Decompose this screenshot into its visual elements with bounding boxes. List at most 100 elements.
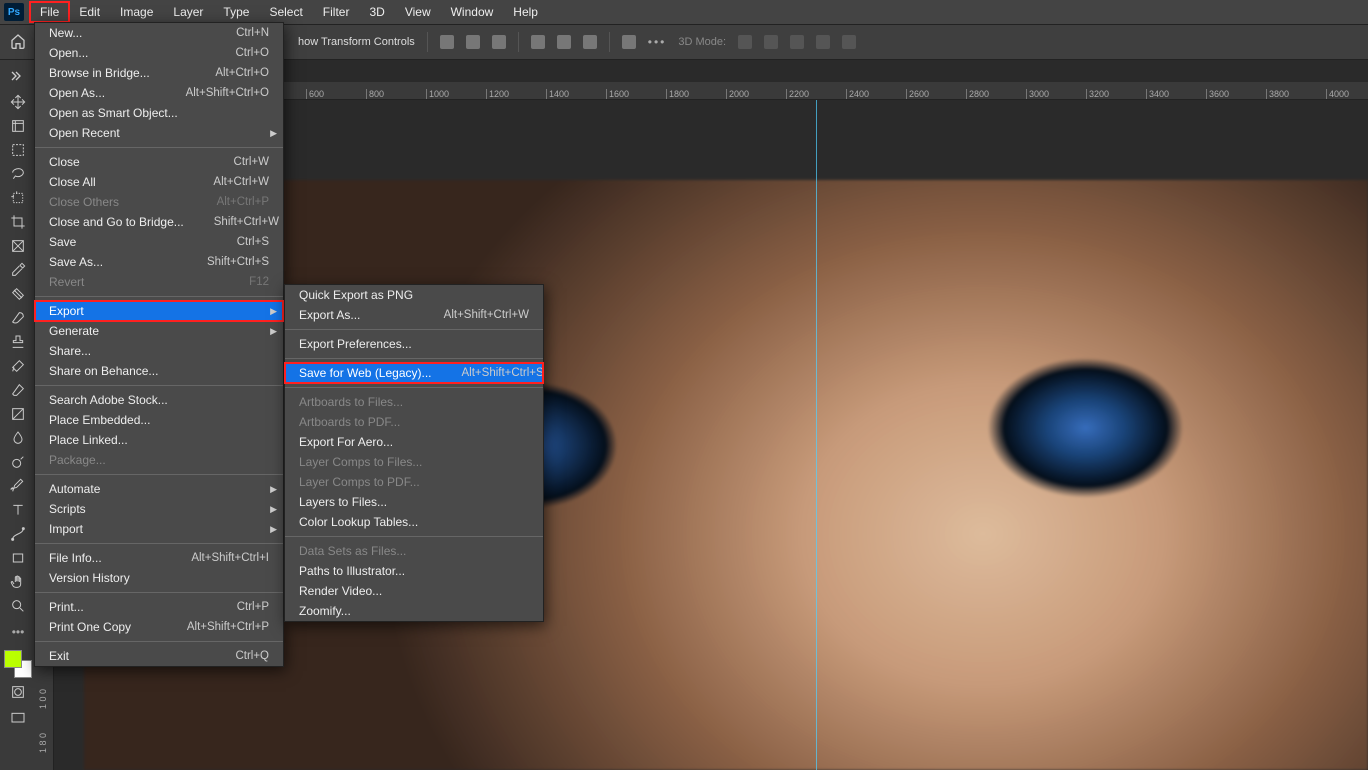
align-right-icon[interactable] bbox=[492, 35, 506, 49]
menu-filter[interactable]: Filter bbox=[313, 2, 360, 22]
file-menu-close[interactable]: CloseCtrl+W bbox=[35, 152, 283, 172]
export-menu-layers-to-files[interactable]: Layers to Files... bbox=[285, 492, 543, 512]
export-menu-export-preferences[interactable]: Export Preferences... bbox=[285, 334, 543, 354]
type-tool[interactable] bbox=[4, 498, 32, 522]
export-menu-render-video[interactable]: Render Video... bbox=[285, 581, 543, 601]
file-menu-exit[interactable]: ExitCtrl+Q bbox=[35, 646, 283, 666]
menu-image[interactable]: Image bbox=[110, 2, 163, 22]
file-menu-open-as[interactable]: Open As...Alt+Shift+Ctrl+O bbox=[35, 83, 283, 103]
menu-type[interactable]: Type bbox=[213, 2, 259, 22]
file-menu-search-adobe-stock[interactable]: Search Adobe Stock... bbox=[35, 390, 283, 410]
file-menu-save-as[interactable]: Save As...Shift+Ctrl+S bbox=[35, 252, 283, 272]
frame-tool[interactable] bbox=[4, 234, 32, 258]
zoom-tool[interactable] bbox=[4, 594, 32, 618]
file-menu-open[interactable]: Open...Ctrl+O bbox=[35, 43, 283, 63]
file-menu-place-embedded[interactable]: Place Embedded... bbox=[35, 410, 283, 430]
file-menu-browse-in-bridge[interactable]: Browse in Bridge...Alt+Ctrl+O bbox=[35, 63, 283, 83]
file-menu-scripts[interactable]: Scripts▶ bbox=[35, 499, 283, 519]
file-menu-close-all[interactable]: Close AllAlt+Ctrl+W bbox=[35, 172, 283, 192]
menu-item-shortcut: Ctrl+S bbox=[237, 236, 269, 248]
file-menu-save[interactable]: SaveCtrl+S bbox=[35, 232, 283, 252]
menu-item-label: Layer Comps to Files... bbox=[299, 455, 422, 469]
file-menu-close-and-go-to-bridge[interactable]: Close and Go to Bridge...Shift+Ctrl+W bbox=[35, 212, 283, 232]
file-menu-new[interactable]: New...Ctrl+N bbox=[35, 23, 283, 43]
export-menu-export-for-aero[interactable]: Export For Aero... bbox=[285, 432, 543, 452]
file-menu-print[interactable]: Print...Ctrl+P bbox=[35, 597, 283, 617]
menu-3d[interactable]: 3D bbox=[359, 2, 394, 22]
align-center-h-icon[interactable] bbox=[466, 35, 480, 49]
history-tool[interactable] bbox=[4, 354, 32, 378]
dodge-tool[interactable] bbox=[4, 450, 32, 474]
stamp-tool[interactable] bbox=[4, 330, 32, 354]
file-menu-place-linked[interactable]: Place Linked... bbox=[35, 430, 283, 450]
export-menu-save-for-web-legacy[interactable]: Save for Web (Legacy)...Alt+Shift+Ctrl+S bbox=[285, 363, 543, 383]
3d-slide-icon[interactable] bbox=[816, 35, 830, 49]
menu-item-label: Artboards to PDF... bbox=[299, 415, 400, 429]
align-bottom-icon[interactable] bbox=[583, 35, 597, 49]
show-transform-controls-label: how Transform Controls bbox=[298, 36, 415, 48]
file-menu-generate[interactable]: Generate▶ bbox=[35, 321, 283, 341]
home-icon[interactable] bbox=[10, 33, 26, 52]
menu-select[interactable]: Select bbox=[259, 2, 312, 22]
menu-window[interactable]: Window bbox=[441, 2, 504, 22]
gradient-tool[interactable] bbox=[4, 402, 32, 426]
align-top-icon[interactable] bbox=[531, 35, 545, 49]
rect-tool[interactable] bbox=[4, 546, 32, 570]
ruler-v-tick: 1 8 0 bbox=[38, 733, 48, 753]
menu-file[interactable]: File bbox=[30, 2, 69, 22]
file-menu-share[interactable]: Share... bbox=[35, 341, 283, 361]
3d-pan-icon[interactable] bbox=[764, 35, 778, 49]
brush-tool[interactable] bbox=[4, 306, 32, 330]
color-swatches[interactable] bbox=[4, 650, 32, 678]
file-menu-export[interactable]: Export▶ bbox=[35, 301, 283, 321]
export-menu-zoomify[interactable]: Zoomify... bbox=[285, 601, 543, 621]
export-menu-paths-to-illustrator[interactable]: Paths to Illustrator... bbox=[285, 561, 543, 581]
file-menu-automate[interactable]: Automate▶ bbox=[35, 479, 283, 499]
lasso-tool[interactable] bbox=[4, 162, 32, 186]
3d-mode-label: 3D Mode: bbox=[678, 36, 726, 48]
file-menu-file-info[interactable]: File Info...Alt+Shift+Ctrl+I bbox=[35, 548, 283, 568]
expand-tools-icon[interactable] bbox=[0, 64, 36, 88]
menu-item-label: Place Embedded... bbox=[49, 413, 150, 427]
menu-item-shortcut: Alt+Shift+Ctrl+P bbox=[187, 621, 269, 633]
file-menu-version-history[interactable]: Version History bbox=[35, 568, 283, 588]
align-left-icon[interactable] bbox=[440, 35, 454, 49]
crop-tool[interactable] bbox=[4, 210, 32, 234]
menu-edit[interactable]: Edit bbox=[69, 2, 110, 22]
artboard-tool[interactable] bbox=[4, 114, 32, 138]
file-menu-import[interactable]: Import▶ bbox=[35, 519, 283, 539]
more-options-icon[interactable]: ••• bbox=[648, 35, 667, 49]
file-menu-open-recent[interactable]: Open Recent▶ bbox=[35, 123, 283, 143]
menu-item-label: Export Preferences... bbox=[299, 337, 412, 351]
screen-mode-icon[interactable] bbox=[4, 706, 32, 730]
marquee-tool[interactable] bbox=[4, 138, 32, 162]
3d-orbit-icon[interactable] bbox=[738, 35, 752, 49]
distribute-icon[interactable] bbox=[622, 35, 636, 49]
menu-help[interactable]: Help bbox=[503, 2, 548, 22]
export-menu-export-as[interactable]: Export As...Alt+Shift+Ctrl+W bbox=[285, 305, 543, 325]
foreground-color-swatch[interactable] bbox=[4, 650, 22, 668]
move-tool[interactable] bbox=[4, 90, 32, 114]
wand-tool[interactable] bbox=[4, 186, 32, 210]
export-menu-quick-export-as-png[interactable]: Quick Export as PNG bbox=[285, 285, 543, 305]
align-center-v-icon[interactable] bbox=[557, 35, 571, 49]
hand-tool[interactable] bbox=[4, 570, 32, 594]
export-menu-color-lookup-tables[interactable]: Color Lookup Tables... bbox=[285, 512, 543, 532]
patch-tool[interactable] bbox=[4, 282, 32, 306]
menu-separator bbox=[35, 592, 283, 593]
file-menu-share-on-behance[interactable]: Share on Behance... bbox=[35, 361, 283, 381]
3d-scale-icon[interactable] bbox=[842, 35, 856, 49]
quick-mask-icon[interactable] bbox=[4, 680, 32, 704]
file-menu-print-one-copy[interactable]: Print One CopyAlt+Shift+Ctrl+P bbox=[35, 617, 283, 637]
vertical-guide[interactable] bbox=[816, 100, 817, 770]
path-tool[interactable] bbox=[4, 522, 32, 546]
blur-tool[interactable] bbox=[4, 426, 32, 450]
eraser-tool[interactable] bbox=[4, 378, 32, 402]
eyedrop-tool[interactable] bbox=[4, 258, 32, 282]
pen-tool[interactable] bbox=[4, 474, 32, 498]
file-menu-open-as-smart-object[interactable]: Open as Smart Object... bbox=[35, 103, 283, 123]
menu-layer[interactable]: Layer bbox=[163, 2, 213, 22]
edit-toolbar-icon[interactable]: ••• bbox=[4, 620, 32, 644]
3d-roll-icon[interactable] bbox=[790, 35, 804, 49]
menu-view[interactable]: View bbox=[395, 2, 441, 22]
